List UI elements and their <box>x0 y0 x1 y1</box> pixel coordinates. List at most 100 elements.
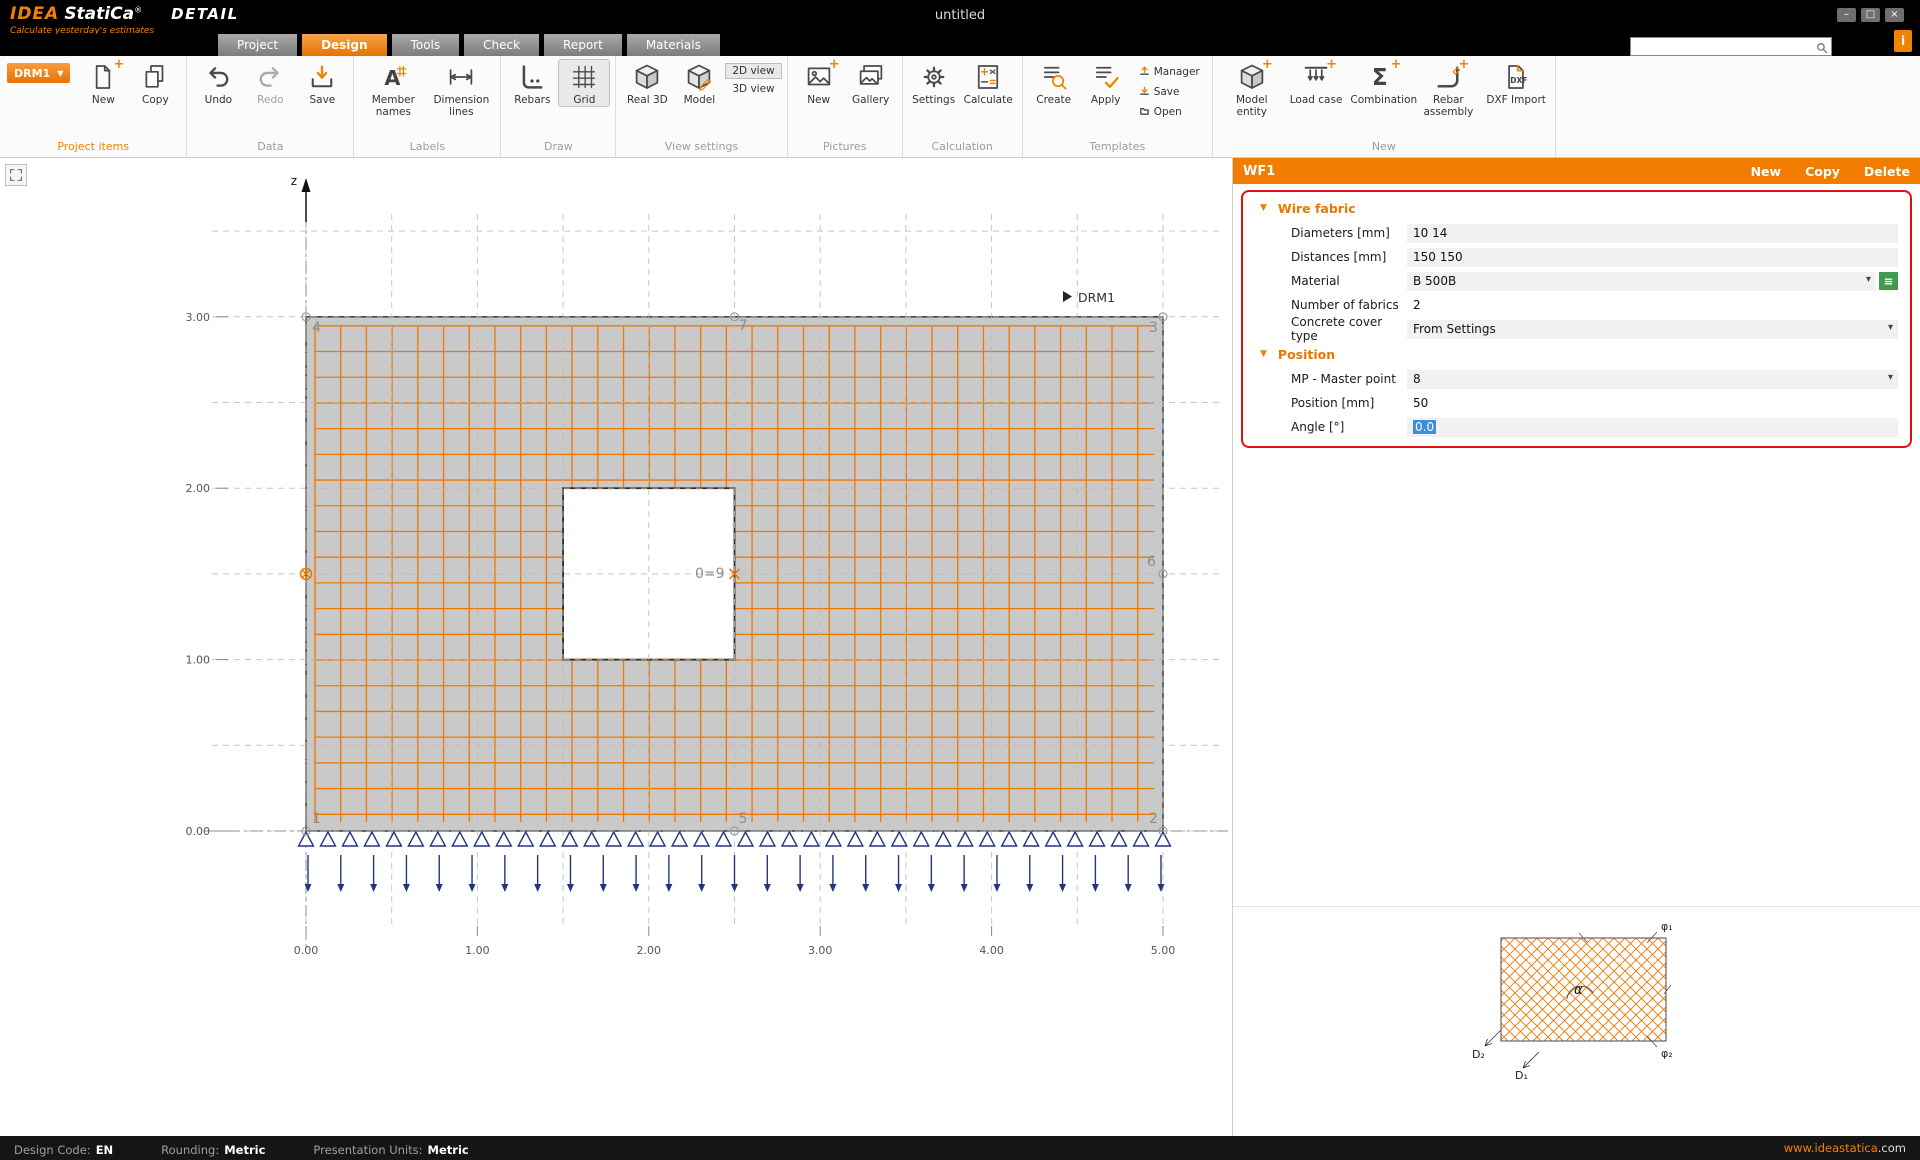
ribbon-group-label: Labels <box>356 139 498 157</box>
new-project-item-button[interactable]: + New <box>77 59 129 107</box>
value-input[interactable]: 150 150 <box>1407 248 1898 267</box>
value-dropdown[interactable]: 8▾ <box>1407 370 1898 389</box>
value-input[interactable]: 10 14 <box>1407 224 1898 243</box>
fit-view-button[interactable] <box>5 164 27 186</box>
collapse-triangle-icon: ▼ <box>1260 203 1267 213</box>
grid-button[interactable]: Grid <box>558 59 610 107</box>
close-button[interactable]: × <box>1885 8 1904 22</box>
property-row-distances-mm: Distances [mm]150 150 <box>1243 245 1910 269</box>
dimension-lines-button[interactable]: Dimension lines <box>427 59 495 119</box>
undo-button[interactable]: Undo <box>192 59 244 107</box>
svg-text:1.00: 1.00 <box>186 654 211 667</box>
search-icon[interactable] <box>1815 40 1829 54</box>
ribbon-group-label: Templates <box>1025 139 1210 157</box>
button-label: Settings <box>912 94 955 106</box>
rebars-button[interactable]: Rebars <box>506 59 558 107</box>
calculation-settings-button[interactable]: Settings <box>908 59 960 107</box>
copy-project-item-button[interactable]: Copy <box>129 59 181 107</box>
property-row-angle: Angle [°]0.0 <box>1243 415 1910 439</box>
tab-materials[interactable]: Materials <box>627 34 720 56</box>
value-dropdown[interactable]: From Settings▾ <box>1407 320 1898 339</box>
member-names-button[interactable]: AMember names <box>359 59 427 119</box>
doc-icon: + <box>88 62 118 92</box>
template-create-button[interactable]: Create <box>1028 59 1080 107</box>
minimize-button[interactable]: – <box>1837 8 1856 22</box>
template-open-button[interactable]: Open <box>1132 103 1207 121</box>
selected-object-properties: ▼Wire fabricDiameters [mm]10 14Distances… <box>1241 190 1912 448</box>
project-item-selector[interactable]: DRM1▼ <box>7 63 70 83</box>
panel-title: WF1 <box>1243 164 1275 179</box>
real-3d-button[interactable]: Real 3D <box>621 59 673 107</box>
mini-down-icon <box>1139 85 1150 99</box>
gallery-icon <box>856 62 886 92</box>
property-row-mp-master-point: MP - Master point8▾ <box>1243 367 1910 391</box>
ribbon-group-label: Data <box>189 139 351 157</box>
svg-text:3: 3 <box>1149 320 1158 336</box>
new-load-case-button[interactable]: +Load case <box>1286 59 1347 107</box>
ribbon-tab-bar: ProjectDesignToolsCheckReportMaterials <box>0 34 1920 56</box>
gallery-button[interactable]: Gallery <box>845 59 897 107</box>
undo-icon <box>203 62 233 92</box>
button-label: New <box>92 94 115 106</box>
delete-button[interactable]: Delete <box>1864 164 1910 179</box>
search-input[interactable] <box>1631 40 1815 53</box>
website-link[interactable]: www.ideastatica.com <box>1784 1141 1906 1155</box>
view-3d-button[interactable]: 3D view <box>725 81 781 97</box>
save-button[interactable]: Save <box>296 59 348 107</box>
property-label: MP - Master point <box>1291 372 1407 386</box>
maximize-button[interactable]: □ <box>1861 8 1880 22</box>
panel-actions: New Copy Delete <box>1751 164 1910 179</box>
ribbon-group-project-items: DRM1▼ + New Copy Project items <box>0 56 187 157</box>
tab-report[interactable]: Report <box>544 34 622 56</box>
template-manager-button[interactable]: Manager <box>1132 63 1207 81</box>
new-button[interactable]: New <box>1751 164 1782 179</box>
value-text[interactable]: 50 <box>1407 396 1428 410</box>
svg-text:D₁: D₁ <box>1515 1069 1528 1082</box>
property-row-number-of-fabrics: Number of fabrics2 <box>1243 293 1910 317</box>
view-2d-button[interactable]: 2D view <box>725 63 781 79</box>
button-label: Grid <box>573 94 595 106</box>
rebar-icon: + <box>1433 62 1463 92</box>
new-model-entity-button[interactable]: +Model entity <box>1218 59 1286 119</box>
button-label: Dimension lines <box>431 94 491 118</box>
new-picture-button[interactable]: +New <box>793 59 845 107</box>
tab-check[interactable]: Check <box>464 34 539 56</box>
calculate-button[interactable]: Calculate <box>960 59 1017 107</box>
tab-design[interactable]: Design <box>302 34 387 56</box>
selected-text: 0.0 <box>1413 420 1436 434</box>
chevron-down-icon[interactable]: ▾ <box>1888 322 1893 333</box>
chevron-down-icon[interactable]: ▾ <box>1866 274 1871 285</box>
model-button[interactable]: Model <box>673 59 725 107</box>
template-save-button[interactable]: Save <box>1132 83 1207 101</box>
value-text[interactable]: 2 <box>1407 298 1421 312</box>
new-combination-button[interactable]: Σ+Combination <box>1346 59 1414 107</box>
ribbon-group-label: Project items <box>2 139 184 157</box>
value-dropdown[interactable]: B 500B▾ <box>1407 272 1876 291</box>
help-button[interactable]: i <box>1894 30 1912 52</box>
value-input[interactable]: 0.0 <box>1407 418 1898 437</box>
ribbon-group-label: View settings <box>618 139 784 157</box>
load-icon: + <box>1301 62 1331 92</box>
edit-material-button[interactable] <box>1879 272 1898 290</box>
app-window: IDEA StatiCa® DETAIL Calculate yesterday… <box>0 0 1920 1160</box>
new-rebar-assembly-button[interactable]: +Rebar assembly <box>1414 59 1482 119</box>
redo-button[interactable]: Redo <box>244 59 296 107</box>
status-item-rounding: Rounding:Metric <box>161 1139 265 1158</box>
template-apply-button[interactable]: Apply <box>1080 59 1132 107</box>
tab-project[interactable]: Project <box>218 34 297 56</box>
drawing-canvas[interactable]: z0.001.002.003.004.005.003.002.001.000.0… <box>0 158 1231 1137</box>
collapse-triangle-icon: ▼ <box>1260 349 1267 359</box>
properties-panel: WF1 New Copy Delete ▼Wire fabricDiameters … <box>1233 158 1920 1136</box>
chevron-down-icon: ▼ <box>57 69 63 78</box>
chevron-down-icon[interactable]: ▾ <box>1888 372 1893 383</box>
dxf-import-button[interactable]: DXFDXF Import <box>1482 59 1550 107</box>
copy-button[interactable]: Copy <box>1805 164 1840 179</box>
property-label: Distances [mm] <box>1291 250 1407 264</box>
search-box <box>1630 37 1832 56</box>
svg-text:0.00: 0.00 <box>294 944 319 957</box>
ribbon-group-templates: CreateApplyManager Save Open Templates <box>1023 56 1213 157</box>
section-header-wire-fabric[interactable]: ▼Wire fabric <box>1243 195 1910 221</box>
section-header-position[interactable]: ▼Position <box>1243 341 1910 367</box>
region-label[interactable]: DRM1 <box>1063 290 1115 305</box>
tab-tools[interactable]: Tools <box>392 34 460 56</box>
